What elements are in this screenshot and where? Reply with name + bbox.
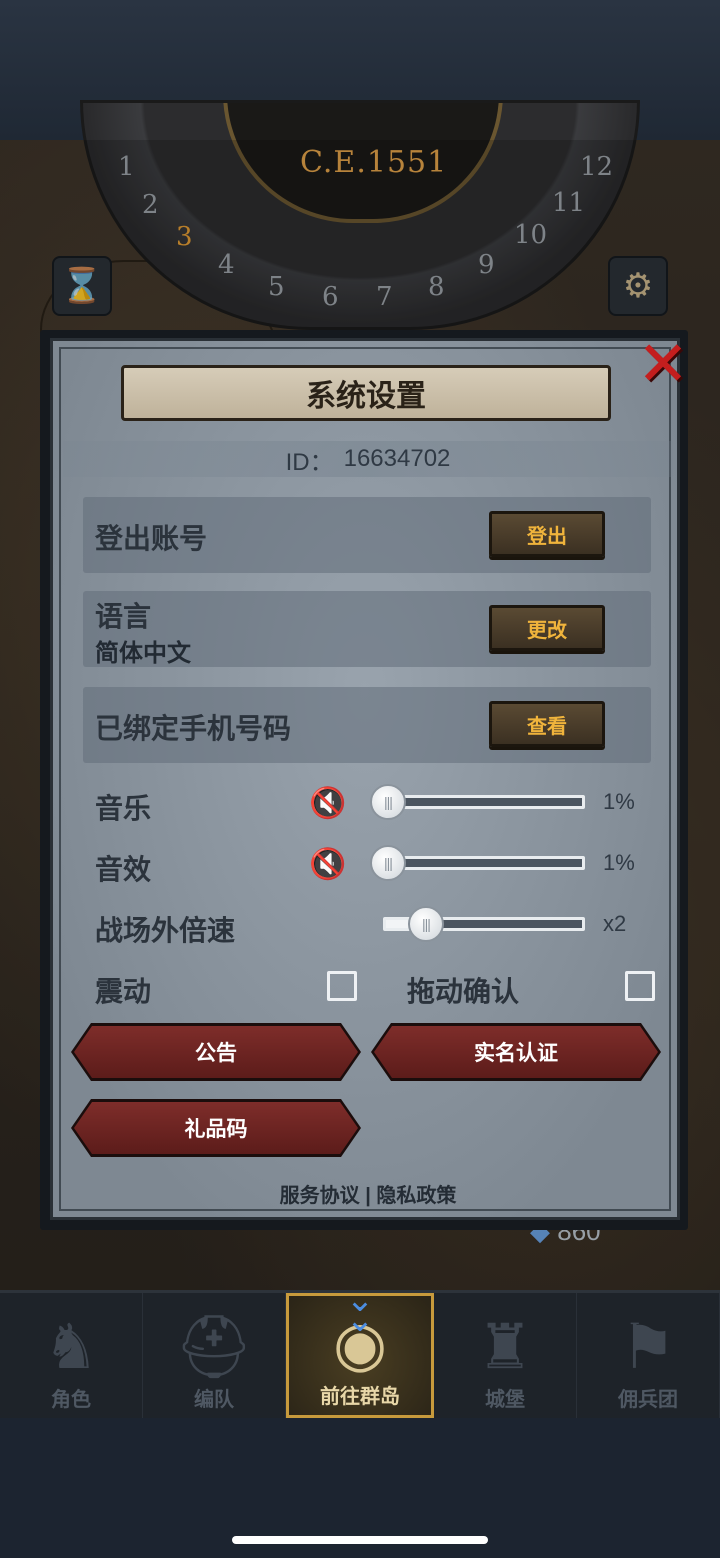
phone-row: 已绑定手机号码 查看 xyxy=(83,687,651,763)
settings-dialog: 系统设置 ✕ ID： 16634702 登出账号 登出 语言 简体中文 更改 已… xyxy=(50,334,689,1220)
user-id-label: ID： xyxy=(285,448,334,476)
giftcode-button-label: 礼品码 xyxy=(184,1118,248,1141)
sfx-value: 1% xyxy=(603,850,635,875)
sfx-mute-icon[interactable]: 🔇 xyxy=(309,844,357,884)
dialog-title-plate: 系统设置 xyxy=(121,365,611,421)
logout-label: 登出账号 xyxy=(95,523,208,554)
drag-confirm-label: 拖动确认 xyxy=(407,976,520,1007)
drag-confirm-checkbox[interactable] xyxy=(625,971,655,1001)
sfx-slider-handle[interactable]: ||| xyxy=(370,845,406,881)
bottom-nav: ♞ 角色 ⛑ 编队 ⌄ ⌄ ◉ 前往群岛 ♜ 城堡 ⚑ 佣兵团 xyxy=(0,1281,720,1418)
notice-button-label: 公告 xyxy=(195,1042,237,1065)
dialog-title: 系统设置 xyxy=(306,380,426,413)
nav-tab-formation[interactable]: ⛑ 编队 xyxy=(143,1293,286,1418)
music-label: 音乐 xyxy=(95,793,152,824)
sfx-slider[interactable]: ||| xyxy=(370,845,585,881)
music-slider[interactable]: ||| xyxy=(370,784,585,820)
nav-label: 城堡 xyxy=(485,1389,525,1411)
nav-label: 编队 xyxy=(194,1389,234,1411)
logout-row: 登出账号 登出 xyxy=(83,497,651,573)
nav-tab-mercenary[interactable]: ⚑ 佣兵团 xyxy=(577,1293,720,1418)
speed-value: x2 xyxy=(603,911,627,936)
chevron-down-icon: ⌄ ⌄ xyxy=(345,1281,375,1340)
vibration-checkbox[interactable] xyxy=(327,971,357,1001)
privacy-policy-link[interactable]: 隐私政策 xyxy=(376,1185,456,1207)
nav-tab-character[interactable]: ♞ 角色 xyxy=(0,1293,143,1418)
speed-slider[interactable]: ||| xyxy=(383,906,585,942)
logout-button-label: 登出 xyxy=(527,525,567,548)
speed-slider-handle[interactable]: ||| xyxy=(408,906,444,942)
phone-label: 已绑定手机号码 xyxy=(95,713,292,744)
user-id-value: 16634702 xyxy=(343,445,451,472)
view-phone-button[interactable]: 查看 xyxy=(489,701,605,747)
music-slider-handle[interactable]: ||| xyxy=(370,784,406,820)
nav-tab-castle[interactable]: ♜ 城堡 xyxy=(434,1293,577,1418)
helmet-icon: ⛑ xyxy=(174,1313,254,1382)
castle-icon: ♜ xyxy=(477,1313,533,1382)
footer-separator: | xyxy=(365,1185,371,1207)
mercenary-icon: ⚑ xyxy=(620,1313,676,1382)
language-row: 语言 简体中文 更改 xyxy=(83,591,651,667)
music-value: 1% xyxy=(603,789,635,814)
view-phone-label: 查看 xyxy=(527,715,567,738)
nav-label: 角色 xyxy=(51,1389,91,1411)
sfx-label: 音效 xyxy=(95,854,152,885)
footer-links: 服务协议 | 隐私政策 xyxy=(53,1179,683,1208)
nav-label: 前往群岛 xyxy=(320,1386,400,1408)
gift-code-button[interactable]: 礼品码 xyxy=(74,1102,358,1154)
realname-button-label: 实名认证 xyxy=(474,1042,558,1065)
vibration-label: 震动 xyxy=(95,976,152,1007)
knight-icon: ♞ xyxy=(43,1313,99,1382)
nav-label: 佣兵团 xyxy=(618,1389,678,1411)
home-indicator[interactable] xyxy=(232,1536,488,1544)
nav-tab-islands[interactable]: ⌄ ⌄ ◉ 前往群岛 xyxy=(286,1281,434,1418)
realname-verify-button[interactable]: 实名认证 xyxy=(374,1026,658,1078)
language-label: 语言 xyxy=(95,601,152,632)
notice-button[interactable]: 公告 xyxy=(74,1026,358,1078)
speed-label: 战场外倍速 xyxy=(95,915,236,946)
close-icon[interactable]: ✕ xyxy=(635,334,691,396)
music-mute-icon[interactable]: 🔇 xyxy=(309,783,357,823)
change-language-label: 更改 xyxy=(527,619,567,642)
language-value: 简体中文 xyxy=(95,640,191,667)
logout-button[interactable]: 登出 xyxy=(489,511,605,557)
change-language-button[interactable]: 更改 xyxy=(489,605,605,651)
user-id-row: ID： 16634702 xyxy=(63,441,673,477)
service-agreement-link[interactable]: 服务协议 xyxy=(280,1185,360,1207)
